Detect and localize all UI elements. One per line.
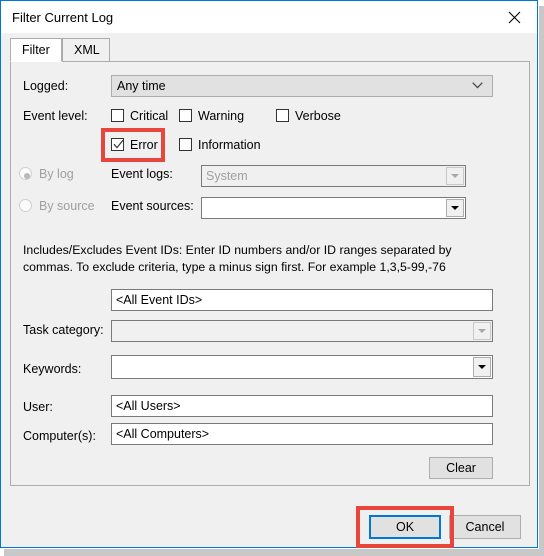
clear-button[interactable]: Clear: [429, 457, 493, 479]
task-category-label: Task category:: [23, 323, 104, 337]
logged-label: Logged:: [23, 79, 69, 93]
logged-value: Any time: [117, 79, 166, 93]
event-level-label: Event level:: [23, 109, 88, 123]
keywords-dropdown-arrow[interactable]: [473, 357, 491, 377]
information-checkbox-box: [179, 138, 192, 151]
chevron-down-icon: [472, 82, 483, 89]
critical-checkbox-box: [111, 109, 124, 122]
keywords-label: Keywords:: [23, 362, 82, 376]
tab-xml[interactable]: XML: [62, 38, 110, 62]
logged-dropdown[interactable]: Any time: [111, 75, 493, 97]
keywords-dropdown[interactable]: [111, 355, 493, 379]
checkmark-icon: [113, 139, 124, 149]
filter-current-log-dialog: Filter Current Log Filter XML Logged: An…: [0, 0, 538, 548]
window-shadow-right: [539, 6, 544, 556]
event-logs-dropdown-arrow[interactable]: [446, 167, 464, 185]
event-sources-label: Event sources:: [111, 199, 194, 213]
title-bar: Filter Current Log: [1, 0, 537, 33]
ok-button[interactable]: OK: [369, 515, 441, 539]
warning-checkbox-box: [179, 109, 192, 122]
event-ids-description: Includes/Excludes Event IDs: Enter ID nu…: [23, 243, 452, 274]
error-checkbox-label: Error: [130, 138, 158, 152]
user-label: User:: [23, 400, 53, 414]
by-log-radio-circle: [19, 167, 32, 180]
critical-checkbox-label: Critical: [130, 109, 169, 123]
clear-button-label: Clear: [446, 461, 476, 475]
computers-input[interactable]: <All Computers>: [111, 423, 493, 445]
cancel-button-label: Cancel: [465, 520, 505, 534]
event-sources-dropdown-arrow[interactable]: [446, 199, 464, 217]
tab-filter[interactable]: Filter: [10, 38, 62, 62]
window-shadow-bottom: [4, 549, 544, 556]
event-logs-value: System: [206, 169, 248, 183]
event-logs-label: Event logs:: [111, 167, 173, 181]
warning-checkbox-label: Warning: [198, 109, 245, 123]
verbose-checkbox-box: [276, 109, 289, 122]
error-checkbox-box: [111, 138, 124, 151]
ok-button-label: OK: [395, 520, 415, 534]
cancel-button[interactable]: Cancel: [449, 515, 521, 539]
tab-xml-label: XML: [74, 43, 100, 57]
by-source-radio-circle: [19, 199, 32, 212]
event-logs-dropdown[interactable]: System: [201, 165, 466, 187]
task-category-dropdown[interactable]: [111, 320, 493, 342]
task-category-dropdown-arrow[interactable]: [473, 322, 491, 340]
verbose-checkbox-label: Verbose: [295, 109, 341, 123]
close-glyph: [508, 11, 520, 23]
information-checkbox-label: Information: [198, 138, 261, 152]
user-input[interactable]: <All Users>: [111, 395, 493, 417]
tab-filter-label: Filter: [22, 43, 50, 57]
window-title: Filter Current Log: [12, 10, 114, 25]
event-ids-input[interactable]: <All Event IDs>: [111, 289, 493, 311]
by-source-radio-label: By source: [39, 199, 95, 213]
computers-label: Computer(s):: [23, 429, 96, 443]
event-sources-dropdown[interactable]: [201, 197, 466, 219]
by-log-radio-label: By log: [39, 167, 74, 181]
close-icon[interactable]: [491, 1, 537, 33]
